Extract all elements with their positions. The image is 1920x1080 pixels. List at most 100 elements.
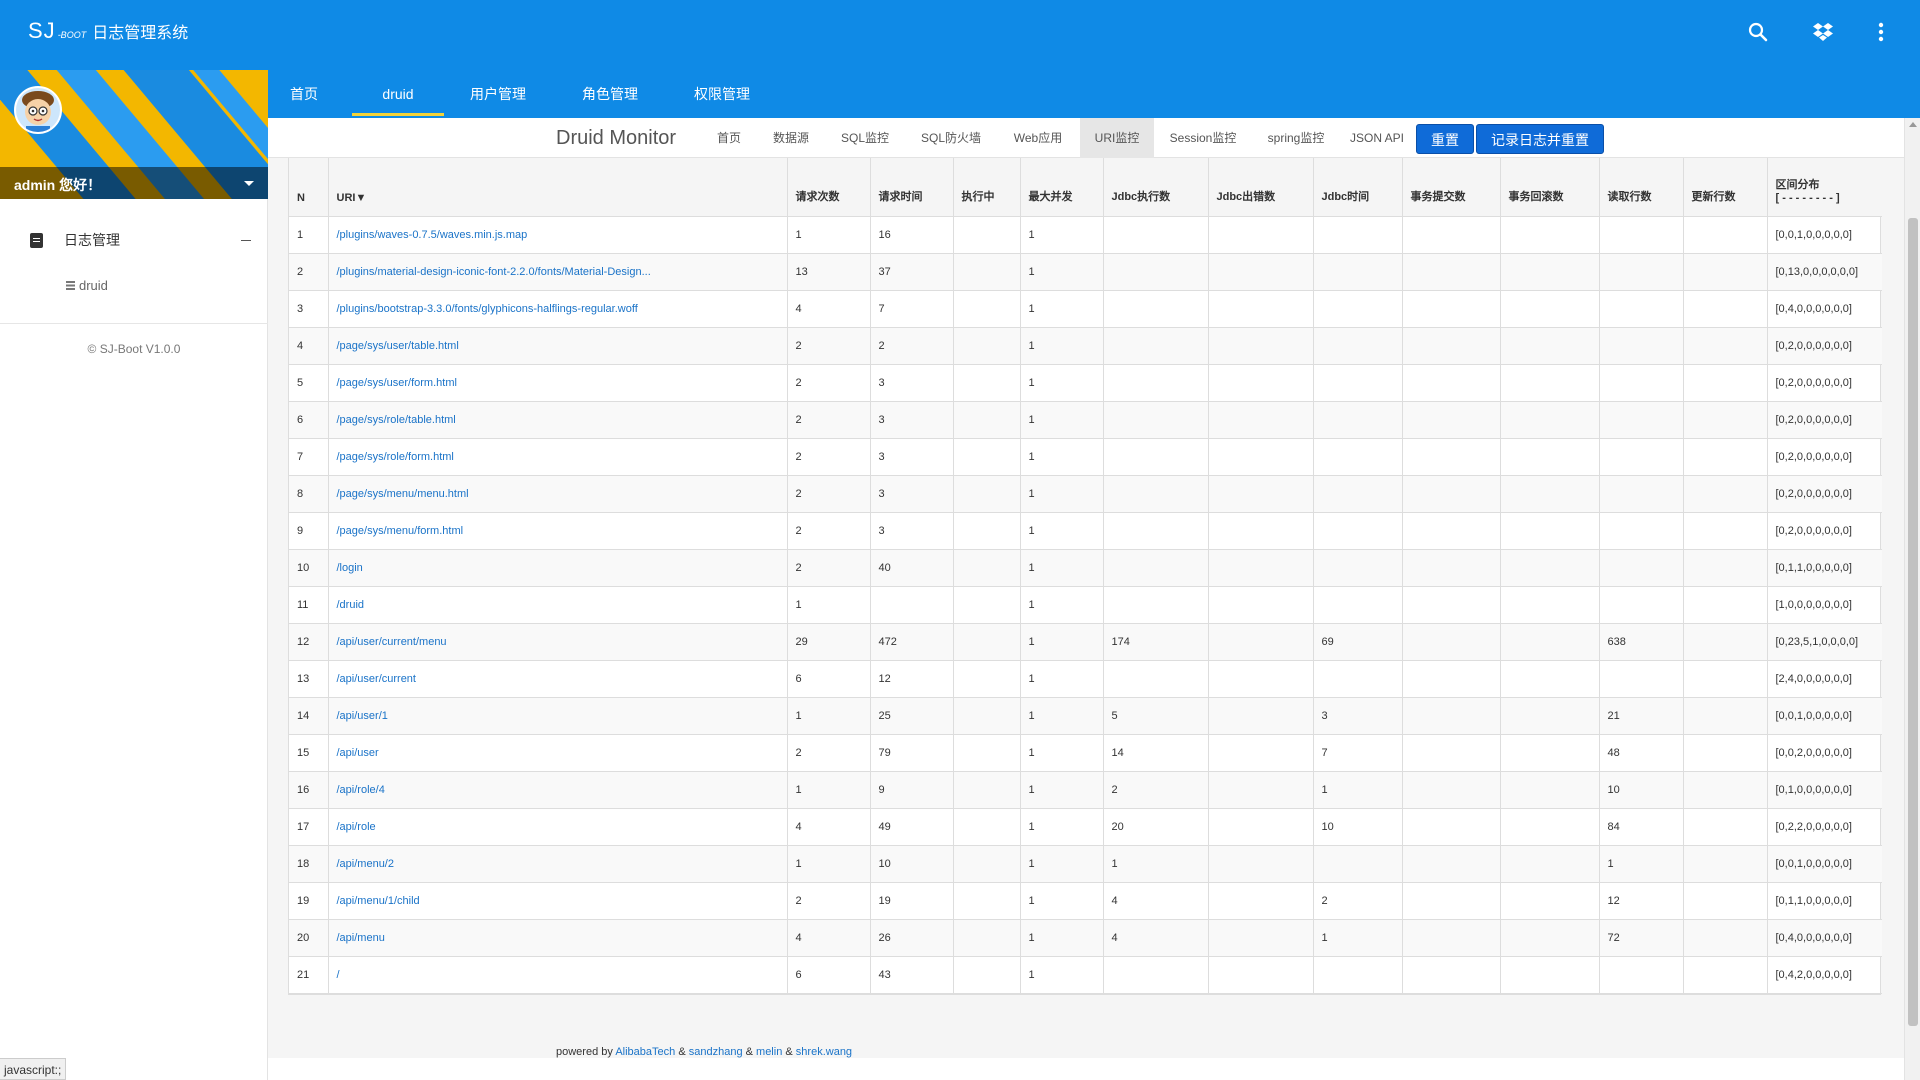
- uri-link[interactable]: /page/sys/menu/menu.html: [328, 475, 788, 513]
- uri-link[interactable]: /druid: [328, 586, 788, 624]
- uri-link[interactable]: /login: [328, 549, 788, 587]
- table-cell: 1: [1599, 845, 1684, 883]
- col-n[interactable]: N: [289, 158, 329, 217]
- collapse-icon[interactable]: [241, 240, 251, 241]
- col-jdbc-exec[interactable]: Jdbc执行数: [1103, 158, 1209, 217]
- table-cell: 1: [787, 771, 871, 809]
- table-cell: [1500, 660, 1600, 698]
- table-cell: [1402, 290, 1501, 328]
- druid-tab-home[interactable]: 首页: [704, 118, 754, 158]
- page-scrollbar[interactable]: [1904, 118, 1920, 1080]
- sidebar-item-druid[interactable]: druid: [0, 263, 267, 309]
- col-max-concurrent[interactable]: 最大并发: [1020, 158, 1104, 217]
- uri-link[interactable]: /plugins/waves-0.7.5/waves.min.js.map: [328, 216, 788, 254]
- app-logo[interactable]: SJ -BOOT 日志管理系统: [28, 18, 188, 44]
- tab-role-management[interactable]: 角色管理: [566, 70, 654, 118]
- uri-link[interactable]: /api/menu/2: [328, 845, 788, 883]
- more-vert-icon[interactable]: [1878, 22, 1884, 42]
- col-jdbc-error[interactable]: Jdbc出错数: [1208, 158, 1314, 217]
- footer-link[interactable]: sandzhang: [689, 1046, 743, 1058]
- uri-link[interactable]: /api/menu/1/child: [328, 882, 788, 920]
- table-cell: [1683, 734, 1768, 772]
- tab-druid[interactable]: druid: [352, 70, 444, 118]
- table-cell: 21: [1599, 697, 1684, 735]
- log-and-reset-button[interactable]: 记录日志并重置: [1476, 124, 1604, 154]
- table-cell: [1208, 882, 1314, 920]
- druid-brand[interactable]: Druid Monitor: [556, 127, 676, 150]
- table-cell: 25: [870, 697, 954, 735]
- uri-link[interactable]: /api/role/4: [328, 771, 788, 809]
- uri-link[interactable]: /: [328, 956, 788, 994]
- uri-link[interactable]: /api/user/1: [328, 697, 788, 735]
- col-histogram[interactable]: 区间分布[ - - - - - - - - ]: [1767, 158, 1882, 217]
- footer-link[interactable]: AlibabaTech: [615, 1046, 675, 1058]
- col-update-rows[interactable]: 更新行数: [1683, 158, 1768, 217]
- table-cell: [1683, 623, 1768, 661]
- col-request-time[interactable]: 请求时间: [870, 158, 954, 217]
- druid-tab-datasource[interactable]: 数据源: [758, 118, 824, 158]
- sidebar-item-log-management[interactable]: 日志管理: [0, 217, 267, 263]
- uri-link[interactable]: /page/sys/role/table.html: [328, 401, 788, 439]
- uri-link[interactable]: /api/user/current/menu: [328, 623, 788, 661]
- uri-link[interactable]: /plugins/material-design-iconic-font-2.2…: [328, 253, 788, 291]
- table-cell: [1683, 660, 1768, 698]
- reset-button[interactable]: 重置: [1416, 124, 1474, 154]
- table-cell: [1208, 623, 1314, 661]
- table-cell: [1103, 401, 1209, 439]
- footer-link[interactable]: melin: [756, 1046, 782, 1058]
- uri-link[interactable]: /page/sys/menu/form.html: [328, 512, 788, 550]
- col-tx-rollback[interactable]: 事务回滚数: [1500, 158, 1600, 217]
- table-cell: [1683, 438, 1768, 476]
- druid-tab-uri[interactable]: URI监控: [1080, 118, 1154, 158]
- table-row: 6/page/sys/role/table.html 2 3 1 [0,2,0,0,0,…: [289, 401, 1882, 439]
- table-row: 7/page/sys/role/form.html 2 3 1 [0,2,0,0,0,0…: [289, 438, 1882, 476]
- footer-link[interactable]: shrek.wang: [796, 1046, 852, 1058]
- druid-tab-session[interactable]: Session监控: [1154, 118, 1252, 158]
- druid-content: Druid Monitor 首页 数据源 SQL监控 SQL防火墙 Web应用 …: [268, 118, 1920, 1058]
- table-cell: 72: [1599, 919, 1684, 957]
- col-running[interactable]: 执行中: [953, 158, 1021, 217]
- uri-link[interactable]: /plugins/bootstrap-3.3.0/fonts/glyphicon…: [328, 290, 788, 328]
- tab-permission-management[interactable]: 权限管理: [678, 70, 766, 118]
- druid-tab-webapp[interactable]: Web应用: [998, 118, 1078, 158]
- table-cell: 1: [1020, 401, 1104, 439]
- col-jdbc-time[interactable]: Jdbc时间: [1313, 158, 1403, 217]
- col-tx-commit[interactable]: 事务提交数: [1402, 158, 1501, 217]
- uri-link[interactable]: /page/sys/user/form.html: [328, 364, 788, 402]
- table-cell: 9: [870, 771, 954, 809]
- search-icon[interactable]: [1748, 22, 1768, 42]
- druid-tab-spring[interactable]: spring监控: [1252, 118, 1340, 158]
- uri-link[interactable]: /page/sys/role/form.html: [328, 438, 788, 476]
- table-cell: [1500, 438, 1600, 476]
- uri-link[interactable]: /page/sys/user/table.html: [328, 327, 788, 365]
- tab-user-management[interactable]: 用户管理: [454, 70, 542, 118]
- user-dropdown[interactable]: admin 您好！: [0, 167, 268, 199]
- scroll-thumb[interactable]: [1908, 218, 1918, 1026]
- avatar[interactable]: [14, 86, 62, 134]
- table-cell: 1: [1020, 364, 1104, 402]
- uri-link[interactable]: /api/menu: [328, 919, 788, 957]
- table-cell: [1683, 216, 1768, 254]
- table-row: 14/api/user/1 1 25 1 5 3 21 [0,0,1,0,0,0,0,0]: [289, 697, 1882, 735]
- druid-tab-sql[interactable]: SQL监控: [828, 118, 902, 158]
- table-cell: [1683, 290, 1768, 328]
- clipboard-icon: [30, 233, 43, 248]
- table-cell: 2: [787, 438, 871, 476]
- uri-link[interactable]: /api/role: [328, 808, 788, 846]
- col-request-count[interactable]: 请求次数: [787, 158, 871, 217]
- uri-link[interactable]: /api/user/current: [328, 660, 788, 698]
- col-uri[interactable]: URI▼: [328, 158, 788, 217]
- table-cell: 84: [1599, 808, 1684, 846]
- table-cell: [953, 697, 1021, 735]
- druid-tab-json-api[interactable]: JSON API: [1340, 118, 1414, 158]
- table-row: 2/plugins/material-design-iconic-font-2.…: [289, 253, 1882, 291]
- table-cell: [0,0,2,0,0,0,0,0]: [1767, 734, 1882, 772]
- dropbox-icon[interactable]: [1812, 22, 1834, 42]
- table-cell: 638: [1599, 623, 1684, 661]
- table-cell: 43: [870, 956, 954, 994]
- col-fetch-rows[interactable]: 读取行数: [1599, 158, 1684, 217]
- tab-home[interactable]: 首页: [276, 70, 332, 118]
- druid-tab-wall[interactable]: SQL防火墙: [906, 118, 996, 158]
- scroll-up-icon[interactable]: [1909, 122, 1917, 127]
- uri-link[interactable]: /api/user: [328, 734, 788, 772]
